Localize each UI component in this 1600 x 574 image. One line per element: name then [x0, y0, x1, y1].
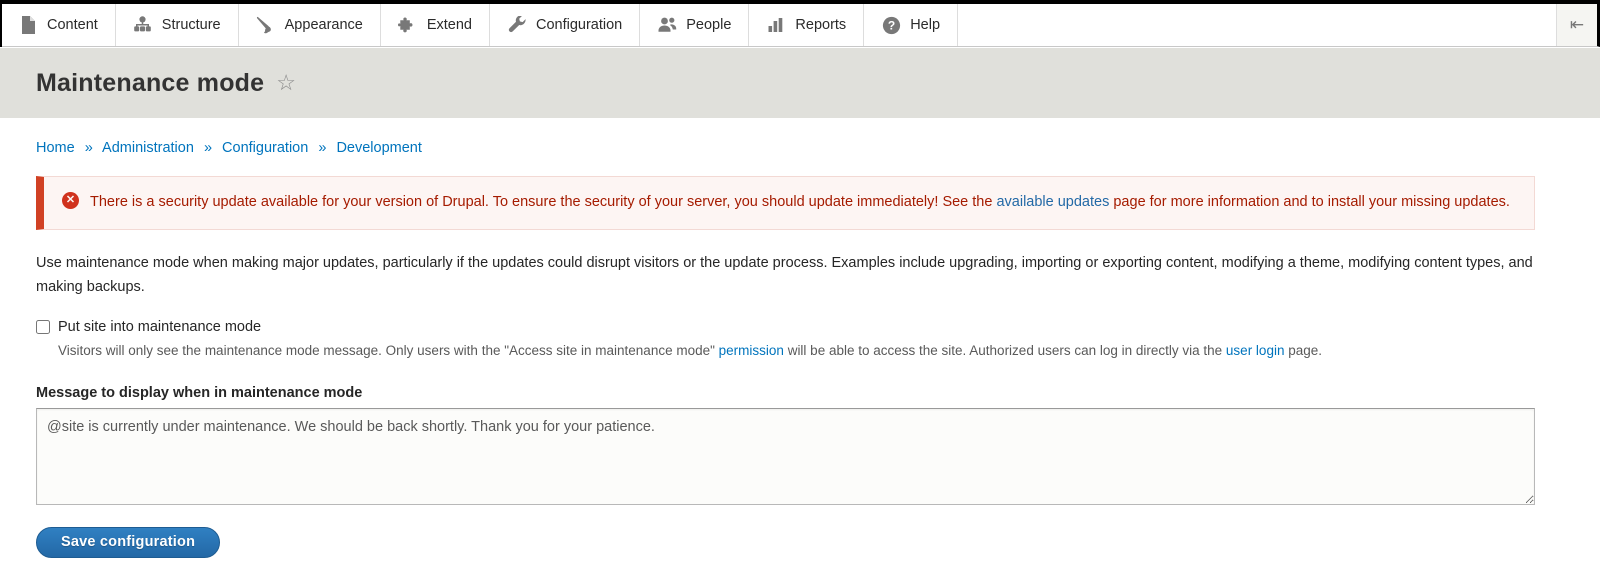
- bar-chart-icon: [766, 15, 786, 35]
- help-icon: ?: [881, 15, 901, 35]
- checkbox-desc-part2: will be able to access the site. Authori…: [784, 343, 1226, 358]
- breadcrumb-link-configuration[interactable]: Configuration: [222, 140, 308, 156]
- user-login-link[interactable]: user login: [1226, 343, 1285, 358]
- save-configuration-button[interactable]: Save configuration: [36, 527, 220, 558]
- toolbar-spacer: [958, 4, 1556, 46]
- message-field-label: Message to display when in maintenance m…: [36, 385, 1535, 401]
- maintenance-mode-checkbox-row: Put site into maintenance mode: [36, 319, 1535, 335]
- breadcrumb-link-development[interactable]: Development: [336, 140, 421, 156]
- toolbar-tab-label: Appearance: [285, 17, 363, 33]
- people-icon: [657, 15, 677, 35]
- toolbar-tab-reports[interactable]: Reports: [749, 4, 864, 46]
- toolbar-tab-label: Reports: [795, 17, 846, 33]
- wrench-icon: [507, 15, 527, 35]
- checkbox-desc-part1: Visitors will only see the maintenance m…: [58, 343, 719, 358]
- maintenance-mode-checkbox[interactable]: [36, 320, 50, 334]
- toolbar-orientation-toggle-button[interactable]: ⇤: [1556, 4, 1597, 46]
- breadcrumb-separator: »: [204, 140, 212, 156]
- toolbar-tab-label: Extend: [427, 17, 472, 33]
- page-title: Maintenance mode: [36, 69, 264, 98]
- breadcrumb-separator: »: [318, 140, 326, 156]
- toolbar-tab-label: People: [686, 17, 731, 33]
- file-icon: [18, 15, 38, 35]
- available-updates-link[interactable]: available updates: [996, 194, 1109, 210]
- maintenance-intro-text: Use maintenance mode when making major u…: [36, 252, 1535, 298]
- maintenance-mode-checkbox-description: Visitors will only see the maintenance m…: [58, 341, 1535, 361]
- error-message-box: ✕ There is a security update available f…: [36, 176, 1535, 230]
- error-circle-x-icon: ✕: [62, 192, 79, 209]
- admin-toolbar: Content Structure Appearance Extend Conf…: [0, 4, 1600, 47]
- toolbar-tab-label: Help: [910, 17, 940, 33]
- toolbar-tab-help[interactable]: ? Help: [864, 4, 958, 46]
- toolbar-tab-extend[interactable]: Extend: [381, 4, 490, 46]
- toolbar-tab-content[interactable]: Content: [0, 4, 116, 46]
- orient-vertical-icon: ⇤: [1570, 15, 1584, 35]
- toolbar-tab-label: Content: [47, 17, 98, 33]
- toolbar-tab-configuration[interactable]: Configuration: [490, 4, 640, 46]
- breadcrumb: Home » Administration » Configuration » …: [36, 140, 1535, 156]
- error-text-before: There is a security update available for…: [90, 194, 996, 210]
- page-header-band: Maintenance mode ☆: [0, 48, 1600, 118]
- toolbar-tab-label: Structure: [162, 17, 221, 33]
- star-favorite-icon[interactable]: ☆: [276, 72, 296, 94]
- breadcrumb-separator: »: [85, 140, 93, 156]
- checkbox-desc-part3: page.: [1284, 343, 1322, 358]
- sitemap-icon: [133, 15, 153, 35]
- error-text-after: page for more information and to install…: [1109, 194, 1510, 210]
- breadcrumb-link-administration[interactable]: Administration: [102, 140, 194, 156]
- puzzle-icon: [398, 15, 418, 35]
- toolbar-tab-appearance[interactable]: Appearance: [239, 4, 381, 46]
- maintenance-message-textarea[interactable]: @site is currently under maintenance. We…: [36, 408, 1535, 505]
- toolbar-tab-people[interactable]: People: [640, 4, 749, 46]
- paintbrush-icon: [256, 15, 276, 35]
- maintenance-mode-checkbox-label[interactable]: Put site into maintenance mode: [58, 319, 261, 335]
- main-content: Home » Administration » Configuration » …: [0, 118, 1600, 558]
- permission-link[interactable]: permission: [719, 343, 784, 358]
- window-left-edge: [0, 0, 2, 47]
- svg-text:?: ?: [888, 18, 895, 32]
- toolbar-tab-label: Configuration: [536, 17, 622, 33]
- toolbar-tab-structure[interactable]: Structure: [116, 4, 239, 46]
- breadcrumb-link-home[interactable]: Home: [36, 140, 75, 156]
- window-top-edge: [0, 0, 1600, 4]
